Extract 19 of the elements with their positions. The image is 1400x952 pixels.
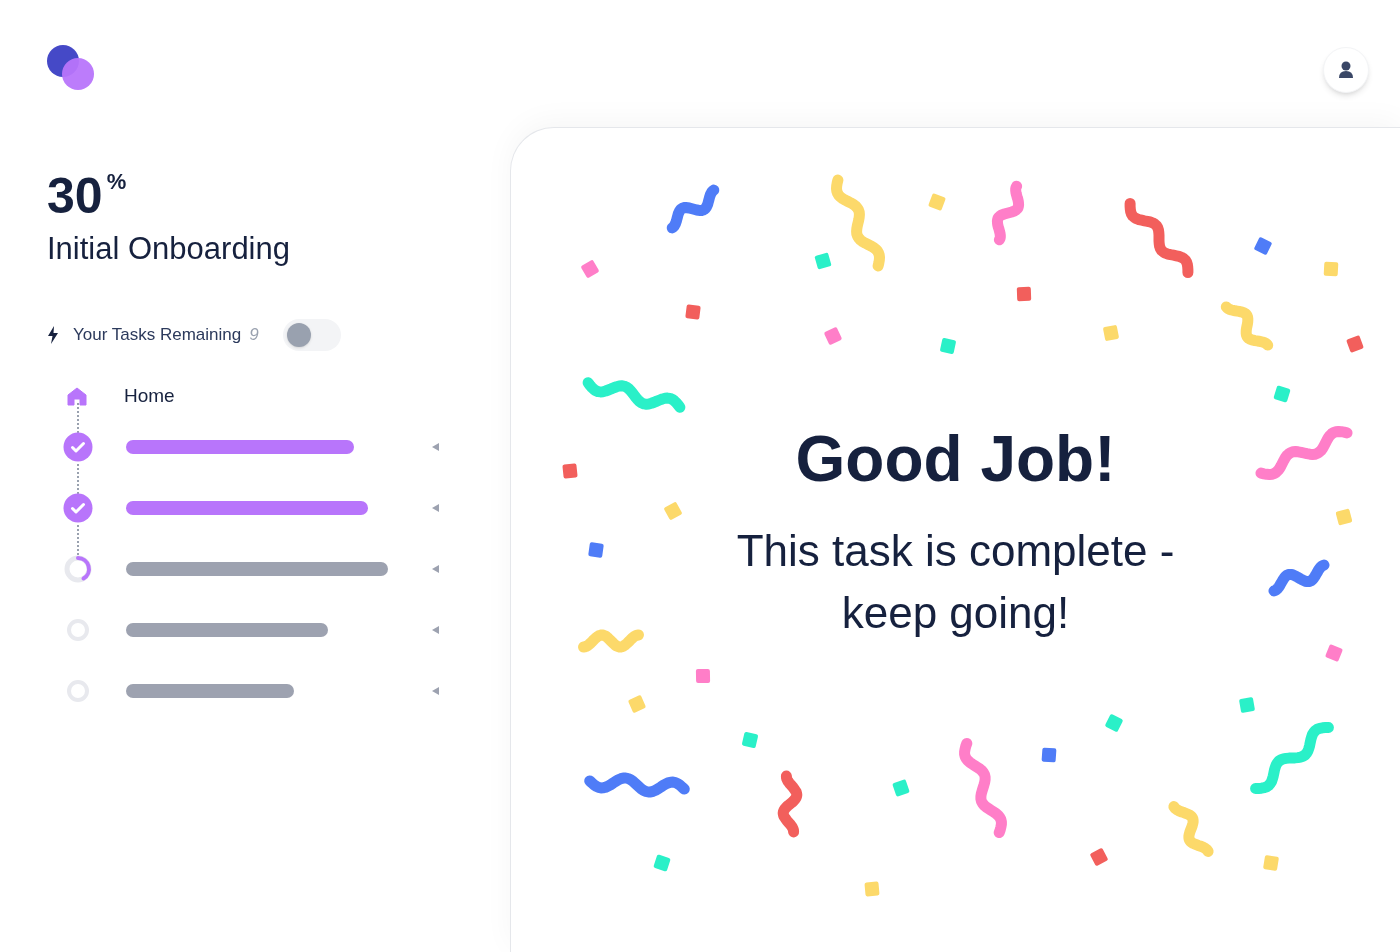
- caret-icon[interactable]: [432, 564, 439, 573]
- lightning-icon: [47, 326, 59, 344]
- message-title: Good Job!: [795, 424, 1116, 494]
- logo-icon: [47, 45, 94, 91]
- caret-icon[interactable]: [432, 503, 439, 512]
- user-icon: [1339, 61, 1353, 79]
- tasks-remaining-count: 9: [249, 324, 259, 347]
- caret-icon[interactable]: [432, 686, 439, 695]
- home-icon: [67, 386, 87, 406]
- onboarding-title: Initial Onboarding: [47, 231, 291, 267]
- caret-icon[interactable]: [432, 442, 439, 451]
- message-text: This task is complete - keep going!: [735, 525, 1176, 639]
- tasks-remaining-label: Your Tasks Remaining: [73, 324, 242, 347]
- toggle-switch[interactable]: [282, 319, 341, 351]
- profile-button[interactable]: [1323, 47, 1369, 93]
- progress-percent: 30: [47, 171, 103, 221]
- home-link[interactable]: Home: [124, 381, 175, 411]
- caret-icon[interactable]: [432, 625, 439, 634]
- percent-sign: %: [106, 171, 127, 193]
